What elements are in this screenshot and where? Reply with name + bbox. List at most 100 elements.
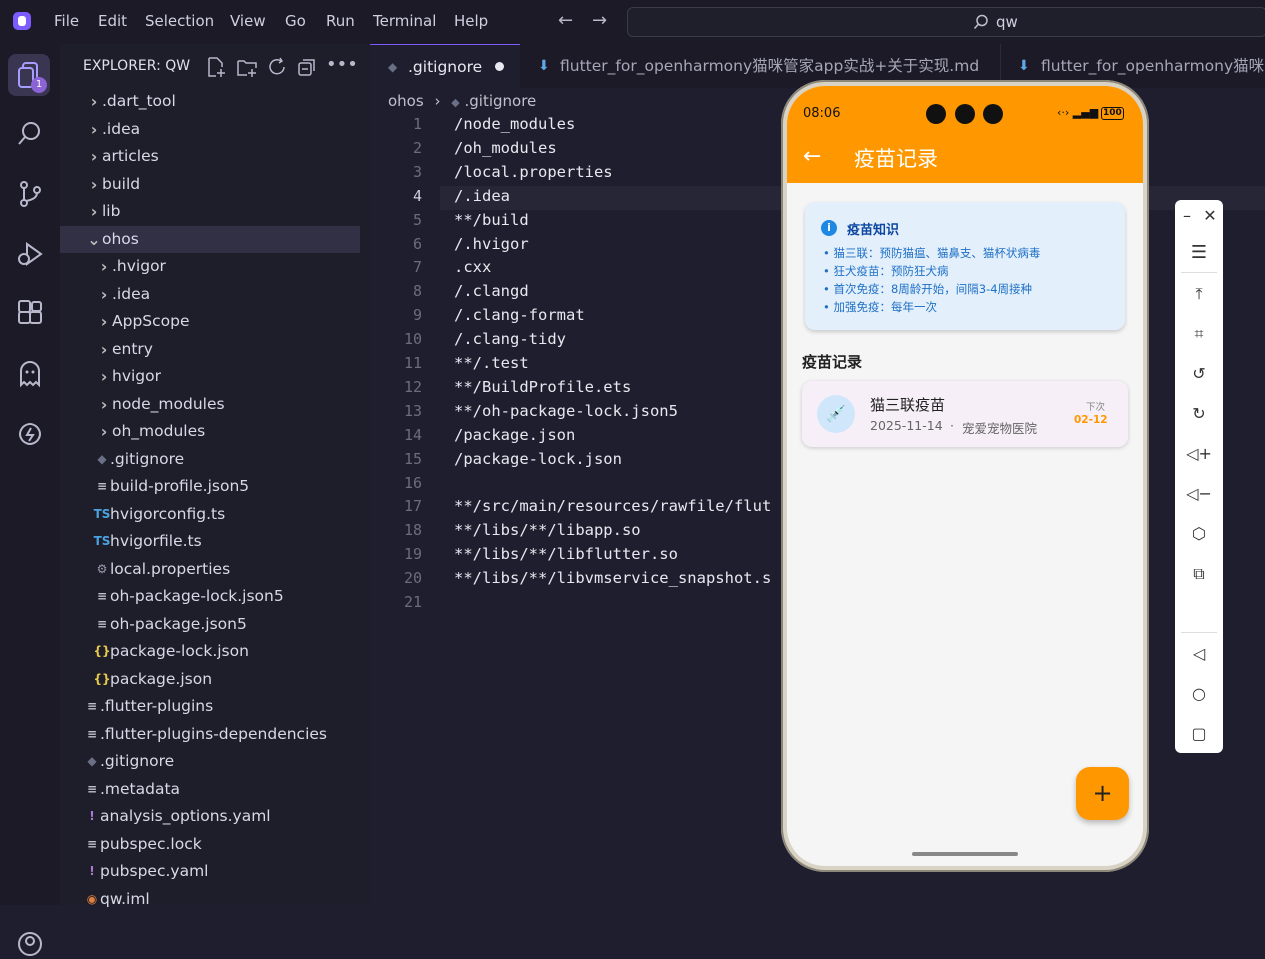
crop-icon[interactable]: ⌗: [1175, 324, 1223, 344]
appbar-title: 疫苗记录: [854, 147, 938, 171]
folder-item[interactable]: › .idea: [60, 116, 360, 143]
code-line[interactable]: /.clangd: [454, 282, 529, 300]
menu-terminal[interactable]: Terminal: [373, 12, 436, 30]
folder-item[interactable]: › entry: [60, 336, 360, 363]
code-line[interactable]: **/oh-package-lock.json5: [454, 402, 678, 420]
file-item[interactable]: ! pubspec.yaml: [60, 858, 360, 885]
file-item[interactable]: ◆ .gitignore: [60, 446, 360, 473]
folder-item[interactable]: › build: [60, 171, 360, 198]
file-item[interactable]: ≡ oh-package.json5: [60, 611, 360, 638]
file-item[interactable]: ◉ qw.iml: [60, 886, 360, 913]
code-line[interactable]: /.idea: [454, 187, 510, 205]
folder-item[interactable]: › .hvigor: [60, 253, 360, 280]
item-label: .idea: [102, 119, 141, 138]
unsaved-dot-icon[interactable]: [495, 62, 504, 71]
code-line[interactable]: /local.properties: [454, 163, 613, 181]
file-item[interactable]: ≡ .flutter-plugins-dependencies: [60, 721, 360, 748]
folder-item[interactable]: › .dart_tool: [60, 88, 360, 115]
folder-item[interactable]: › node_modules: [60, 391, 360, 418]
breadcrumb-folder[interactable]: ohos: [388, 92, 424, 110]
code-line[interactable]: **/BuildProfile.ets: [454, 378, 631, 396]
file-item[interactable]: ≡ .metadata: [60, 776, 360, 803]
folder-item[interactable]: › .idea: [60, 281, 360, 308]
pin-top-icon[interactable]: ⤒: [1175, 284, 1223, 304]
nav-recent-icon[interactable]: ▢: [1175, 724, 1223, 743]
new-folder-icon[interactable]: [236, 56, 258, 78]
source-control-icon[interactable]: [15, 179, 45, 209]
file-item[interactable]: ≡ pubspec.lock: [60, 831, 360, 858]
code-line[interactable]: /.clang-tidy: [454, 330, 566, 348]
tab-gitignore[interactable]: ◆ .gitignore: [370, 44, 520, 89]
file-item[interactable]: TS hvigorconfig.ts: [60, 501, 360, 528]
file-item[interactable]: ≡ .flutter-plugins: [60, 693, 360, 720]
back-arrow-icon[interactable]: ←: [558, 10, 573, 31]
extensions-icon[interactable]: [15, 299, 45, 329]
rotate-right-icon[interactable]: ↻: [1175, 404, 1223, 423]
more-actions-icon[interactable]: •••: [326, 54, 358, 75]
rotate-left-icon[interactable]: ↺: [1175, 364, 1223, 383]
refresh-icon[interactable]: [266, 56, 288, 78]
volume-down-icon[interactable]: ◁−: [1175, 484, 1223, 503]
file-item[interactable]: ⚙ local.properties: [60, 556, 360, 583]
code-line[interactable]: /package.json: [454, 426, 575, 444]
code-line[interactable]: **/libs/**/libflutter.so: [454, 545, 678, 563]
file-item[interactable]: ≡ build-profile.json5: [60, 473, 360, 500]
nav-back-icon[interactable]: ◁: [1175, 644, 1223, 663]
code-line[interactable]: /.clang-format: [454, 306, 585, 324]
account-icon[interactable]: [15, 929, 45, 959]
folder-item[interactable]: ⌄ ohos: [60, 225, 360, 253]
back-arrow-icon[interactable]: ←: [803, 144, 821, 169]
menu-icon[interactable]: ☰: [1175, 242, 1223, 263]
code-line[interactable]: /oh_modules: [454, 139, 557, 157]
code-line[interactable]: /package-lock.json: [454, 450, 622, 468]
folder-item[interactable]: › articles: [60, 143, 360, 170]
screenshot-icon[interactable]: ⧉: [1175, 564, 1223, 584]
folder-item[interactable]: › AppScope: [60, 308, 360, 335]
collapse-all-icon[interactable]: [296, 56, 318, 78]
file-item[interactable]: {} package.json: [60, 666, 360, 693]
file-item[interactable]: ! analysis_options.yaml: [60, 803, 360, 830]
menu-run[interactable]: Run: [326, 12, 355, 30]
folder-item[interactable]: › lib: [60, 198, 360, 225]
menu-view[interactable]: View: [230, 12, 266, 30]
code-line[interactable]: **/libs/**/libvmservice_snapshot.s: [454, 569, 771, 587]
code-line[interactable]: **/src/main/resources/rawfile/flut: [454, 497, 771, 515]
code-line[interactable]: /node_modules: [454, 115, 575, 133]
file-item[interactable]: {} package-lock.json: [60, 638, 360, 665]
shape-icon[interactable]: ⬡: [1175, 524, 1223, 543]
file-item[interactable]: TS hvigorfile.ts: [60, 528, 360, 555]
folder-item[interactable]: › hvigor: [60, 363, 360, 390]
item-label: package-lock.json: [110, 642, 249, 660]
close-icon[interactable]: ✕: [1186, 206, 1234, 225]
rss-file-icon: ◉: [86, 891, 98, 906]
code-line[interactable]: **/libs/**/libapp.so: [454, 521, 641, 539]
line-number: 1: [412, 115, 422, 133]
ghost-icon[interactable]: [15, 359, 45, 389]
menu-selection[interactable]: Selection: [145, 12, 214, 30]
menu-help[interactable]: Help: [454, 12, 488, 30]
menu-file[interactable]: File: [54, 12, 79, 30]
forward-arrow-icon[interactable]: →: [592, 10, 607, 31]
add-fab-button[interactable]: +: [1076, 767, 1129, 820]
code-line[interactable]: **/.test: [454, 354, 529, 372]
code-line[interactable]: **/build: [454, 211, 529, 229]
file-item[interactable]: ≡ oh-package-lock.json5: [60, 583, 360, 610]
menu-go[interactable]: Go: [285, 12, 306, 30]
breadcrumb-file[interactable]: .gitignore: [465, 92, 537, 110]
search-icon[interactable]: [15, 119, 45, 149]
folder-item[interactable]: › oh_modules: [60, 418, 360, 445]
menu-edit[interactable]: Edit: [98, 12, 127, 30]
item-label: pubspec.lock: [100, 834, 202, 853]
run-debug-icon[interactable]: [15, 239, 45, 269]
vaccine-record-card[interactable]: 💉 猫三联疫苗 2025-11-14 · 宠爱宠物医院 下次 02-12: [802, 381, 1128, 447]
code-line[interactable]: .cxx: [454, 258, 491, 276]
code-line[interactable]: /.hvigor: [454, 235, 529, 253]
new-file-icon[interactable]: [205, 56, 227, 78]
line-number: 10: [403, 330, 422, 349]
ai-assistant-icon[interactable]: [15, 419, 45, 449]
command-center-search[interactable]: qw: [627, 7, 1265, 37]
record-hospital: 宠爱宠物医院: [962, 421, 1038, 436]
volume-up-icon[interactable]: ◁+: [1175, 444, 1223, 463]
nav-home-icon[interactable]: ○: [1175, 684, 1223, 703]
file-item[interactable]: ◆ .gitignore: [60, 748, 360, 775]
